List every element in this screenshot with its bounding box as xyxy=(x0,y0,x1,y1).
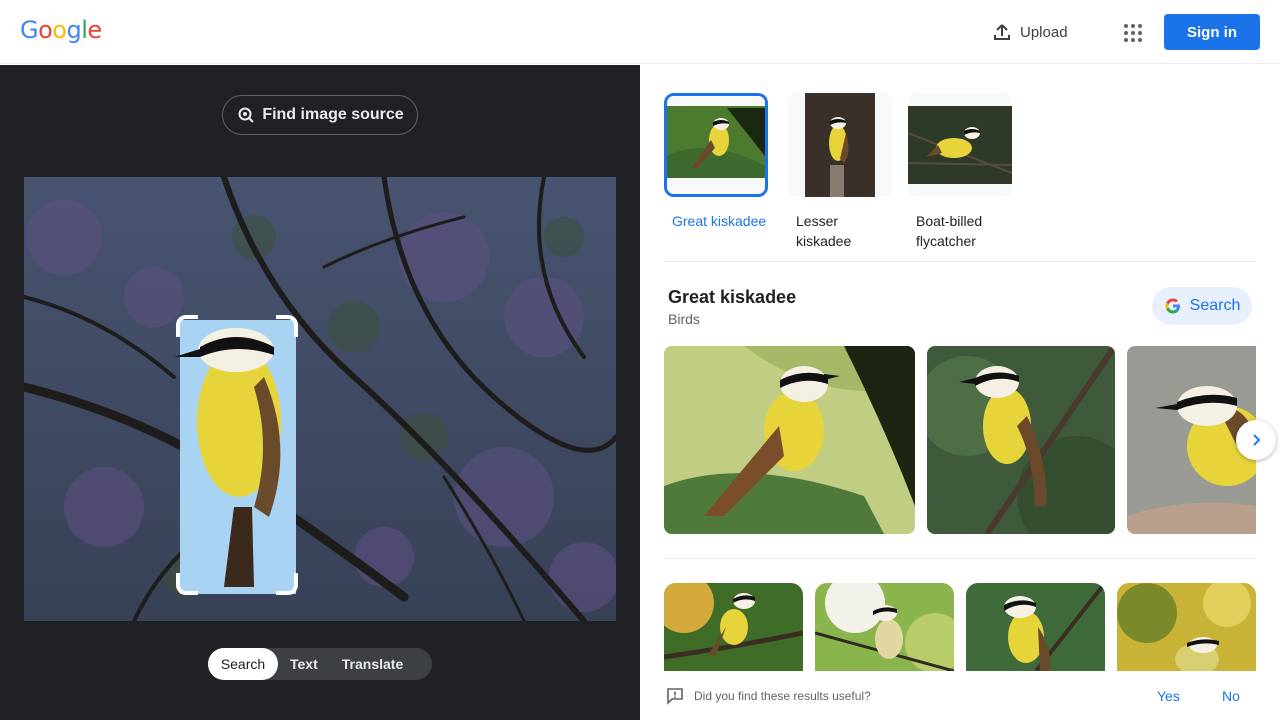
chip-label: Lesser kiskadee xyxy=(796,213,852,249)
crop-handle-top-left[interactable] xyxy=(176,315,198,337)
lens-search-icon xyxy=(238,107,255,123)
sign-in-button[interactable]: Sign in xyxy=(1164,14,1260,50)
chevron-right-icon xyxy=(1253,434,1261,446)
divider xyxy=(664,558,1256,559)
tab-text[interactable]: Text xyxy=(278,648,330,680)
entity-search-label: Search xyxy=(1189,297,1241,314)
chip-boat-billed-flycatcher[interactable]: Boat-billed flycatcher xyxy=(908,93,1012,251)
chip-thumbnail xyxy=(664,93,768,197)
tab-search[interactable]: Search xyxy=(208,648,278,680)
result-image[interactable] xyxy=(1117,583,1256,671)
upload-icon xyxy=(994,24,1010,40)
chip-thumbnail xyxy=(788,93,892,197)
logo-letter: o xyxy=(52,16,67,44)
crop-handle-top-right[interactable] xyxy=(276,315,298,337)
crop-handle-bottom-left[interactable] xyxy=(176,573,198,595)
feedback-no-button[interactable]: No xyxy=(1222,688,1240,704)
entity-search-button[interactable]: Search xyxy=(1152,287,1252,325)
crop-handle-bottom-right[interactable] xyxy=(276,573,298,595)
feedback-icon xyxy=(667,688,683,705)
logo-letter: g xyxy=(66,16,82,44)
upload-label: Upload xyxy=(1020,23,1068,41)
entity-title: Great kiskadee xyxy=(668,287,797,307)
chip-label: Boat-billed flycatcher xyxy=(916,213,983,249)
tab-translate[interactable]: Translate xyxy=(330,648,415,680)
divider xyxy=(664,261,1256,262)
feedback-yes-button[interactable]: Yes xyxy=(1157,688,1180,704)
entity-subtitle: Birds xyxy=(668,311,700,327)
find-image-source-button[interactable]: Find image source xyxy=(222,95,418,135)
find-image-source-label: Find image source xyxy=(262,106,404,123)
results-panel: Great kiskadee Lesser kiskadee Boat-bill… xyxy=(640,65,1280,720)
next-images-button[interactable] xyxy=(1236,420,1276,460)
google-logo[interactable]: Google xyxy=(20,16,102,44)
feedback-bar: Did you find these results useful? Yes N… xyxy=(640,673,1280,720)
upload-button[interactable]: Upload xyxy=(992,20,1068,44)
apps-grid-icon[interactable] xyxy=(1120,20,1144,44)
google-g-icon xyxy=(1165,298,1180,314)
chip-lesser-kiskadee[interactable]: Lesser kiskadee xyxy=(788,93,892,251)
chip-thumbnail xyxy=(908,93,1012,197)
logo-letter: G xyxy=(20,16,39,44)
logo-letter: o xyxy=(38,16,53,44)
header: Google Upload Sign in xyxy=(0,0,1280,64)
result-image[interactable] xyxy=(815,583,954,671)
feedback-question: Did you find these results useful? xyxy=(694,689,871,703)
query-image[interactable] xyxy=(24,177,616,621)
result-image[interactable] xyxy=(664,583,803,671)
result-image[interactable] xyxy=(927,346,1115,534)
result-image[interactable] xyxy=(664,346,915,534)
chip-label: Great kiskadee xyxy=(672,213,767,229)
chip-great-kiskadee[interactable]: Great kiskadee xyxy=(664,93,768,231)
mode-tabs: Search Text Translate xyxy=(208,648,432,680)
result-image[interactable] xyxy=(966,583,1105,671)
logo-letter: e xyxy=(87,16,102,44)
query-image-panel: Find image source Search Text Translate xyxy=(0,65,640,720)
